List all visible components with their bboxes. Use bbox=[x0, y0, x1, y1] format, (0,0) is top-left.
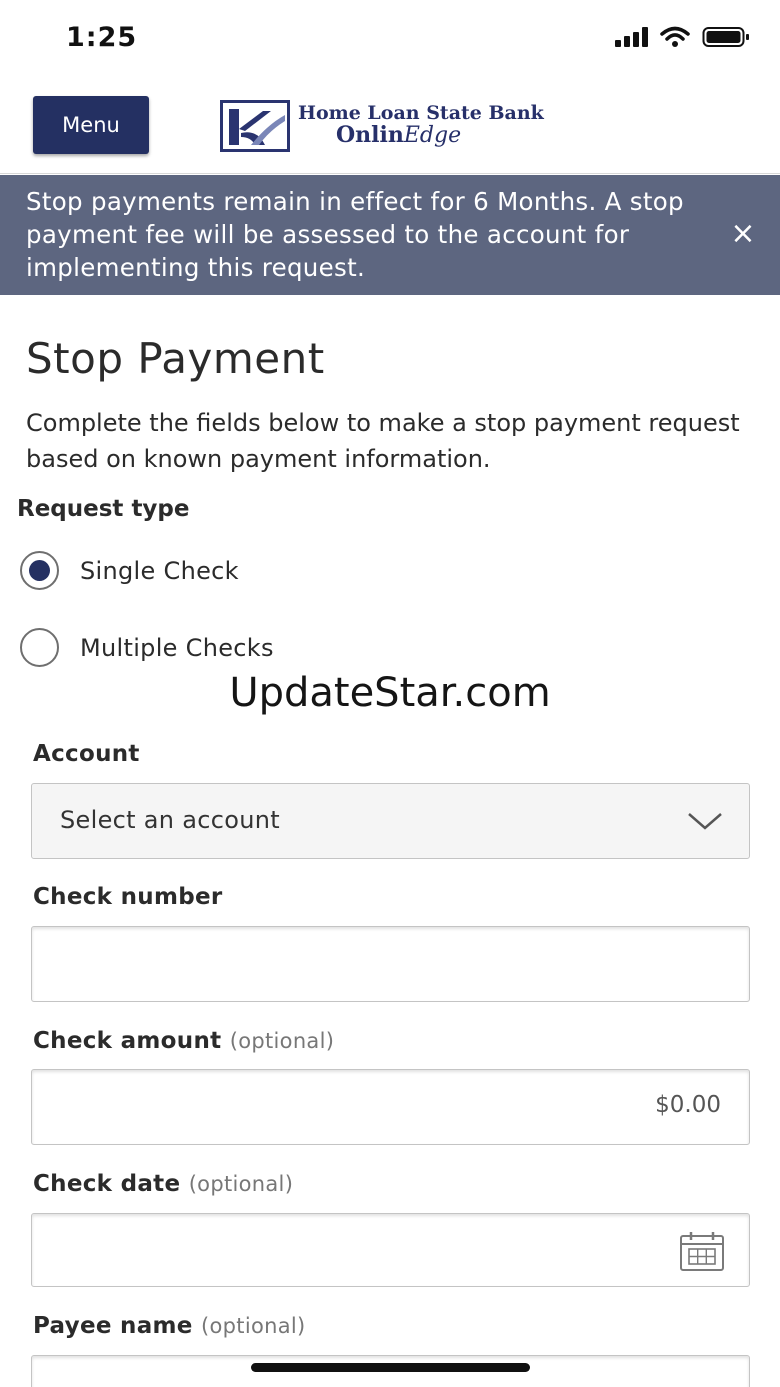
calendar-icon[interactable] bbox=[679, 1230, 725, 1272]
status-time: 1:25 bbox=[66, 22, 138, 53]
app-header: Menu Home Loan State Bank OnlinEdge bbox=[0, 78, 780, 174]
banner-message: Stop payments remain in effect for 6 Mon… bbox=[26, 187, 684, 282]
optional-hint: (optional) bbox=[229, 1029, 335, 1053]
home-indicator[interactable] bbox=[251, 1363, 530, 1372]
check-date-label: Check date (optional) bbox=[33, 1171, 294, 1197]
bank-logo-icon bbox=[220, 100, 290, 152]
optional-hint: (optional) bbox=[188, 1172, 294, 1196]
menu-button[interactable]: Menu bbox=[33, 96, 149, 154]
banner-close-icon[interactable]: × bbox=[728, 219, 758, 249]
wifi-icon bbox=[660, 26, 690, 47]
page-title: Stop Payment bbox=[26, 334, 325, 383]
page-description: Complete the fields below to make a stop… bbox=[26, 409, 740, 473]
check-amount-input[interactable]: $0.00 bbox=[31, 1069, 750, 1145]
check-number-label: Check number bbox=[33, 884, 223, 910]
radio-button-selected[interactable] bbox=[20, 551, 59, 590]
radio-single-check[interactable]: Single Check bbox=[20, 551, 239, 590]
info-banner: Stop payments remain in effect for 6 Mon… bbox=[0, 175, 780, 295]
account-select-value: Select an account bbox=[60, 806, 280, 834]
cellular-signal-icon bbox=[615, 27, 648, 47]
chevron-down-icon bbox=[688, 813, 722, 830]
logo-product-name: OnlinEdge bbox=[336, 122, 462, 149]
radio-button[interactable] bbox=[20, 628, 59, 667]
status-bar: 1:25 bbox=[0, 0, 780, 78]
optional-hint: (optional) bbox=[201, 1314, 306, 1338]
battery-icon bbox=[702, 27, 749, 47]
radio-label: Single Check bbox=[80, 556, 239, 585]
radio-label: Multiple Checks bbox=[80, 633, 274, 662]
payee-name-label: Payee name (optional) bbox=[33, 1313, 306, 1339]
radio-multiple-checks[interactable]: Multiple Checks bbox=[20, 628, 274, 667]
account-label: Account bbox=[33, 741, 140, 767]
logo-bank-name: Home Loan State Bank bbox=[298, 102, 544, 125]
bank-logo[interactable]: Home Loan State Bank OnlinEdge bbox=[220, 96, 544, 156]
check-amount-label: Check amount (optional) bbox=[33, 1028, 335, 1054]
account-select[interactable]: Select an account bbox=[31, 783, 750, 859]
status-icons bbox=[615, 26, 750, 48]
request-type-label: Request type bbox=[17, 496, 190, 522]
check-number-input[interactable] bbox=[31, 926, 750, 1002]
watermark-text: UpdateStar.com bbox=[229, 670, 551, 716]
check-amount-value: $0.00 bbox=[655, 1092, 721, 1118]
check-date-input[interactable] bbox=[31, 1213, 750, 1287]
